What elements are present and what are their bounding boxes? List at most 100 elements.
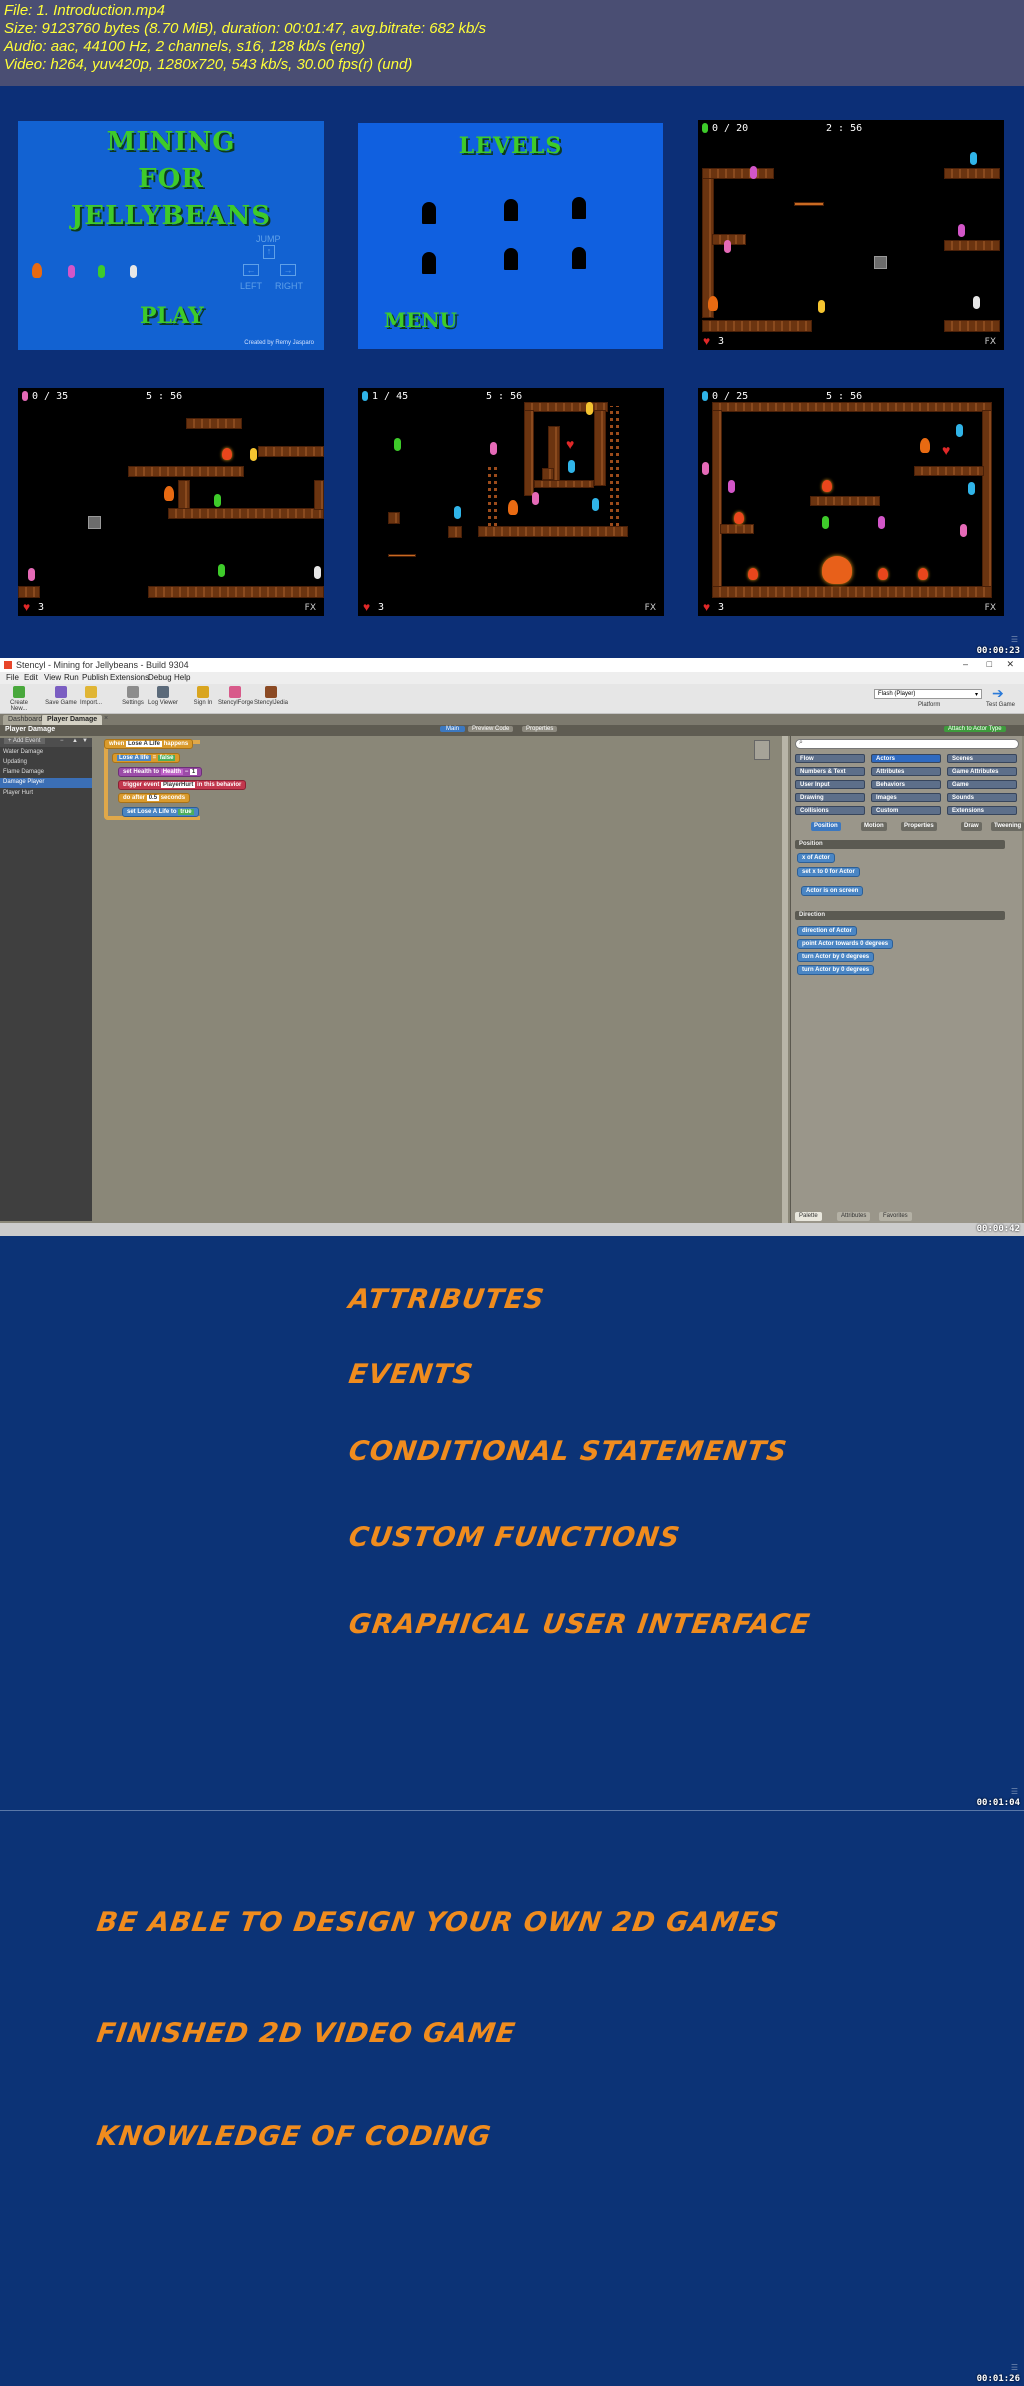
palette-search-input[interactable]: ⌕ [795, 739, 1019, 749]
fx-toggle[interactable]: FX [305, 603, 316, 613]
palette-category-custom[interactable]: Custom [871, 806, 941, 815]
code-canvas[interactable]: when Lose A Life happens Lose A life = f… [92, 736, 788, 1223]
when-block[interactable]: when Lose A Life happens [104, 739, 194, 749]
palette-block[interactable]: x of Actor [797, 853, 835, 863]
fx-toggle[interactable]: FX [985, 603, 996, 613]
level-door[interactable] [422, 202, 436, 224]
view-tab-preview-code[interactable]: Preview Code [468, 726, 514, 732]
platform-select[interactable]: Flash (Player) ▾ [874, 689, 982, 699]
test-game-button[interactable]: Test Game [986, 702, 1015, 708]
minimize-icon[interactable]: – [963, 659, 968, 669]
palette-category-behaviors[interactable]: Behaviors [871, 780, 941, 789]
remove-event-icon[interactable]: − [60, 738, 64, 744]
palette-block[interactable]: point Actor towards 0 degrees [797, 939, 894, 949]
behavior-header: Player Damage Main Preview Code Properti… [0, 725, 1024, 736]
menu-view[interactable]: View [44, 673, 61, 682]
palette-block[interactable]: turn Actor by 0 degrees [797, 965, 875, 975]
stencyljedia-button[interactable]: StencylJedia [254, 686, 288, 706]
set-lose-life-block[interactable]: set Lose A Life to true [122, 807, 199, 817]
menu-publish[interactable]: Publish [82, 673, 108, 682]
palette-category-flow[interactable]: Flow [795, 754, 865, 763]
palette-bottom-tab-attributes[interactable]: Attributes [837, 1212, 871, 1221]
level-door[interactable] [504, 199, 518, 221]
palette-block[interactable]: Actor is on screen [801, 886, 864, 896]
move-up-icon[interactable]: ▲ [72, 738, 78, 744]
vertical-scrollbar[interactable] [782, 736, 788, 1223]
menu-button[interactable]: MENU [384, 308, 457, 332]
save-game-button[interactable]: Save Game [44, 686, 78, 706]
event-item[interactable]: Updating [3, 759, 27, 765]
palette-category-drawing[interactable]: Drawing [795, 793, 865, 802]
palette-block[interactable]: direction of Actor [797, 926, 857, 936]
palette-category-sounds[interactable]: Sounds [947, 793, 1017, 802]
if-block[interactable]: Lose A life = false [112, 753, 181, 763]
log-viewer-button[interactable]: Log Viewer [146, 686, 180, 706]
jellybean [970, 152, 977, 165]
level-door[interactable] [572, 197, 586, 219]
sign-in-button[interactable]: Sign In [186, 686, 220, 706]
level-door[interactable] [572, 247, 586, 269]
palette-category-actors[interactable]: Actors [871, 754, 941, 763]
palette-block[interactable]: turn Actor by 0 degrees [797, 952, 875, 962]
settings-button[interactable]: Settings [116, 686, 150, 706]
menu-file[interactable]: File [6, 673, 19, 682]
menu-edit[interactable]: Edit [24, 673, 38, 682]
heart-pickup: ♥ [566, 436, 575, 452]
level-door[interactable] [422, 252, 436, 274]
menu-debug[interactable]: Debug [148, 673, 172, 682]
event-item[interactable]: Water Damage [3, 749, 43, 755]
maximize-icon[interactable]: □ [987, 659, 992, 669]
set-health-block[interactable]: set Health to Health − 1 [118, 767, 203, 777]
palette-category-images[interactable]: Images [871, 793, 941, 802]
test-arrow-icon[interactable]: ➔ [992, 685, 1004, 702]
view-tab-properties[interactable]: Properties [522, 726, 558, 732]
palette-category-collisions[interactable]: Collisions [795, 806, 865, 815]
jellybean-counter: 0 / 35 [32, 391, 69, 402]
jellybean-icon [702, 391, 708, 401]
palette-category-game[interactable]: Game [947, 780, 1017, 789]
close-icon[interactable]: ✕ [1006, 659, 1014, 670]
trigger-event-block[interactable]: trigger event PlayerHurt in this behavio… [118, 780, 247, 790]
palette-subtab-motion[interactable]: Motion [861, 822, 887, 831]
event-item[interactable]: Flame Damage [3, 769, 44, 775]
event-item[interactable]: Player Hurt [3, 790, 33, 796]
import-button[interactable]: Import... [74, 686, 108, 706]
add-event-button[interactable]: + Add Event [4, 738, 45, 744]
view-tab-main[interactable]: Main [440, 726, 466, 732]
palette-subtab-tweening[interactable]: Tweening [991, 822, 1024, 831]
level-door[interactable] [504, 248, 518, 270]
palette-category-scenes[interactable]: Scenes [947, 754, 1017, 763]
fx-toggle[interactable]: FX [985, 337, 996, 347]
play-button[interactable]: PLAY [140, 303, 204, 329]
palette-subtab-draw[interactable]: Draw [961, 822, 982, 831]
tab-dashboard[interactable]: Dashboard [3, 715, 48, 725]
palette-category-numbers-text[interactable]: Numbers & Text [795, 767, 865, 776]
menu-run[interactable]: Run [64, 673, 79, 682]
create-new-button[interactable]: Create New... [2, 686, 36, 712]
event-item-selected[interactable]: Damage Player [0, 778, 92, 788]
close-tab-icon[interactable]: × [104, 715, 108, 722]
palette-category-user-input[interactable]: User Input [795, 780, 865, 789]
menu-extensions[interactable]: Extensions [110, 673, 149, 682]
player-sprite [920, 438, 930, 453]
right-label: RIGHT [275, 281, 303, 291]
palette-category-attributes[interactable]: Attributes [871, 767, 941, 776]
trash-icon[interactable] [754, 740, 770, 760]
palette-subtab-properties[interactable]: Properties [901, 822, 937, 831]
palette-subtab-position[interactable]: Position [811, 822, 841, 831]
palette-bottom-tab-palette[interactable]: Palette [795, 1212, 822, 1221]
menu-help[interactable]: Help [174, 673, 190, 682]
attach-to-actor-button[interactable]: Attach to Actor Type [944, 726, 1006, 732]
chevron-down-icon: ▾ [974, 692, 978, 698]
fx-toggle[interactable]: FX [645, 603, 656, 613]
level-thumb: 0 / 35 5 : 56 ♥ 3 FX [18, 388, 324, 616]
outcome-item: Knowledge of coding [94, 2121, 494, 2152]
palette-block[interactable]: set x to 0 for Actor [797, 867, 860, 877]
do-after-block[interactable]: do after 0.5 seconds [118, 793, 191, 803]
move-down-icon[interactable]: ▼ [82, 738, 88, 744]
palette-bottom-tab-favorites[interactable]: Favorites [879, 1212, 912, 1221]
palette-category-extensions[interactable]: Extensions [947, 806, 1017, 815]
tab-player-damage[interactable]: Player Damage [42, 715, 103, 725]
stencylforge-button[interactable]: StencylForge [218, 686, 253, 706]
palette-category-game-attributes[interactable]: Game Attributes [947, 767, 1017, 776]
